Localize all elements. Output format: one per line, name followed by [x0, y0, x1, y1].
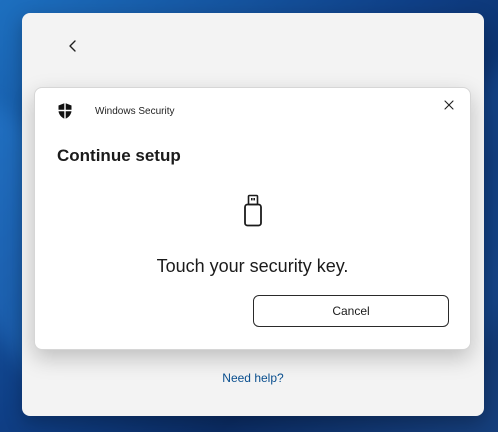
- shield-icon: [58, 103, 72, 119]
- dialog-title: Continue setup: [57, 146, 181, 165]
- back-button[interactable]: [62, 35, 84, 57]
- chevron-left-icon: [69, 40, 76, 52]
- app-title: Windows Security: [95, 105, 175, 117]
- cancel-button[interactable]: Cancel: [253, 295, 449, 327]
- need-help-link[interactable]: Need help?: [22, 371, 484, 385]
- prompt-text: Touch your security key.: [156, 256, 349, 276]
- dialog-header: Windows Security: [57, 102, 174, 120]
- security-dialog: Windows Security Continue setup Touch yo…: [34, 87, 471, 350]
- close-icon: [444, 100, 454, 110]
- close-button[interactable]: [440, 96, 458, 114]
- usb-security-key-icon: [244, 194, 262, 227]
